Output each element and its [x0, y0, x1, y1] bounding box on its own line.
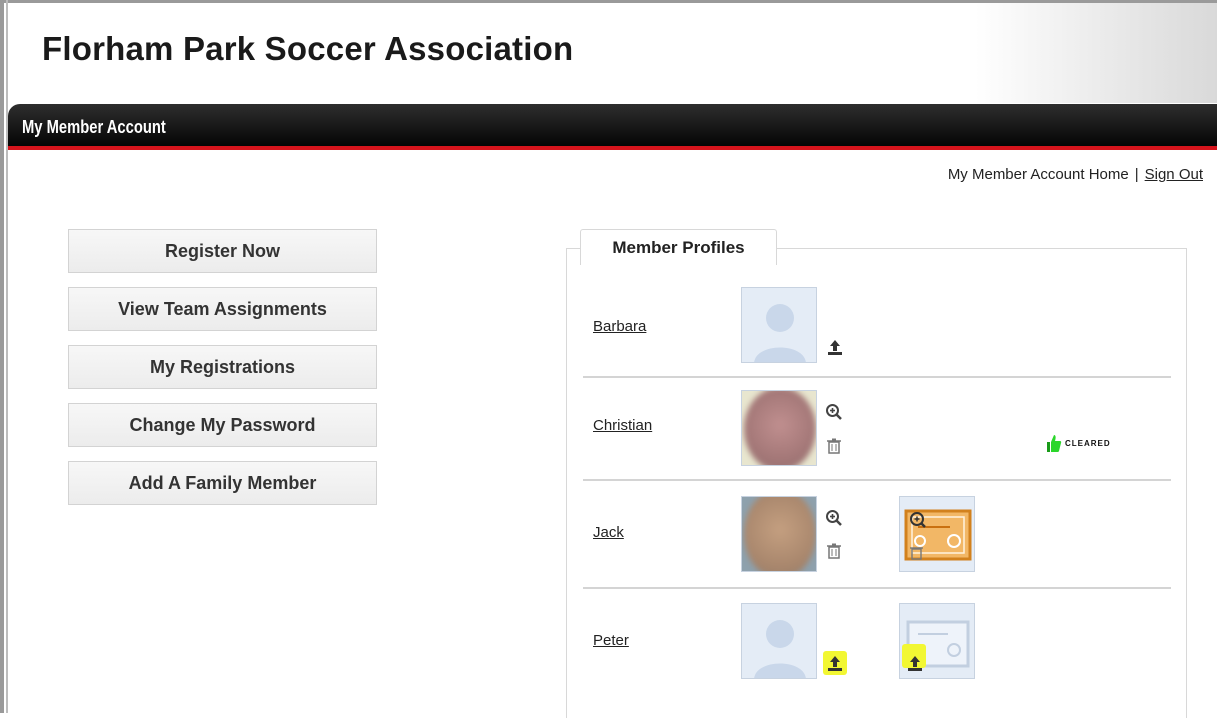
page: Florham Park Soccer Association My Membe… — [0, 0, 1217, 718]
account-home-link[interactable]: My Member Account Home — [948, 166, 1129, 183]
cleared-status-badge: CLEARED — [1044, 433, 1111, 453]
row-divider — [583, 376, 1171, 378]
member-photo — [741, 496, 817, 572]
member-profiles-tab[interactable]: Member Profiles — [580, 229, 777, 265]
document-thumbnail — [899, 496, 975, 572]
upload-document-icon[interactable] — [906, 654, 924, 672]
top-nav: My Member Account Home | Sign Out — [948, 166, 1203, 183]
zoom-in-icon[interactable] — [825, 403, 843, 421]
member-name-peter[interactable]: Peter — [593, 632, 629, 649]
nav-separator: | — [1134, 166, 1139, 183]
blurred-face — [744, 391, 816, 465]
avatar-placeholder — [741, 287, 817, 363]
add-family-member-button[interactable]: Add A Family Member — [68, 461, 377, 505]
sign-out-link[interactable]: Sign Out — [1145, 166, 1203, 183]
trash-icon[interactable] — [825, 542, 843, 560]
trash-icon[interactable] — [825, 437, 843, 455]
row-divider — [583, 479, 1171, 481]
cleared-label: CLEARED — [1065, 438, 1111, 448]
section-bar-title: My Member Account — [22, 117, 166, 137]
upload-photo-icon[interactable] — [826, 654, 844, 672]
upload-photo-icon[interactable] — [826, 338, 844, 356]
zoom-in-icon[interactable] — [825, 509, 843, 527]
member-profiles-panel — [566, 248, 1187, 718]
view-team-assignments-button[interactable]: View Team Assignments — [68, 287, 377, 331]
row-divider — [583, 587, 1171, 589]
site-title: Florham Park Soccer Association — [42, 30, 574, 67]
my-registrations-button[interactable]: My Registrations — [68, 345, 377, 389]
section-bar — [8, 104, 1217, 146]
blurred-face — [744, 497, 816, 571]
member-photo — [741, 390, 817, 466]
member-name-jack[interactable]: Jack — [593, 524, 624, 541]
certificate-icon — [904, 509, 972, 561]
window-border-left — [0, 0, 4, 713]
avatar-placeholder — [741, 603, 817, 679]
member-name-christian[interactable]: Christian — [593, 417, 652, 434]
register-now-button[interactable]: Register Now — [68, 229, 377, 273]
window-border-left-inner — [6, 0, 8, 713]
section-bar-red-rule — [8, 146, 1217, 150]
change-password-button[interactable]: Change My Password — [68, 403, 377, 447]
member-name-barbara[interactable]: Barbara — [593, 318, 646, 335]
thumbs-up-icon — [1047, 435, 1062, 452]
